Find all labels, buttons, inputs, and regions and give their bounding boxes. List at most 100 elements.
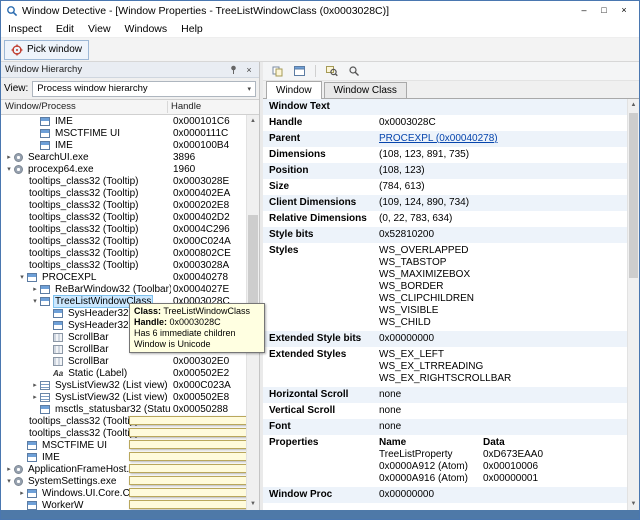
tree-row-label[interactable]: tooltips_class32 (Tooltip) bbox=[27, 176, 141, 187]
tab-window[interactable]: Window bbox=[266, 81, 322, 99]
scroll-up-icon[interactable]: ▲ bbox=[247, 115, 259, 127]
collapsed-arrow-icon[interactable]: ▸ bbox=[30, 381, 40, 389]
collapsed-arrow-icon[interactable]: ▸ bbox=[4, 153, 14, 161]
toolbar-separator bbox=[315, 65, 316, 77]
expanded-arrow-icon[interactable]: ▾ bbox=[4, 477, 14, 485]
tree-row[interactable]: ▸ReBarWindow32 (Toolbar)0x0004027E bbox=[1, 283, 246, 295]
parent-window-link[interactable]: PROCEXPL (0x00040278) bbox=[379, 133, 498, 144]
tree-row-label[interactable]: IME bbox=[53, 116, 75, 127]
maximize-button[interactable]: □ bbox=[594, 1, 614, 20]
menu-edit[interactable]: Edit bbox=[49, 21, 81, 37]
tooltip-window-icon bbox=[129, 416, 246, 425]
scroll-down-icon[interactable]: ▼ bbox=[628, 498, 639, 510]
tree-row-label[interactable]: IME bbox=[40, 452, 62, 463]
column-handle[interactable]: Handle bbox=[171, 101, 201, 112]
tree-indent bbox=[1, 277, 17, 278]
collapsed-arrow-icon[interactable]: ▸ bbox=[4, 465, 14, 473]
tree-row[interactable]: MSCTFIME UI0x0000111C bbox=[1, 127, 246, 139]
tree-row[interactable]: tooltips_class32 (Tooltip)0x000802CE bbox=[1, 247, 246, 259]
scroll-up-icon[interactable]: ▲ bbox=[628, 99, 639, 111]
menu-windows[interactable]: Windows bbox=[118, 21, 175, 37]
tree-row-label[interactable]: SystemSettings.exe bbox=[26, 476, 118, 487]
tree-row[interactable]: tooltips_class32 (Tooltip)0x000C024A bbox=[1, 235, 246, 247]
tree-row[interactable]: ScrollBar 0x000302E0 bbox=[1, 355, 246, 367]
tree-row-label[interactable]: tooltips_class32 (Tooltip) bbox=[27, 200, 141, 211]
tree-row[interactable]: ▸SysListView32 (List view)0x000502E8 bbox=[1, 391, 246, 403]
menu-help[interactable]: Help bbox=[174, 21, 210, 37]
hierarchy-view-select[interactable]: Process window hierarchy ▾ bbox=[32, 81, 256, 97]
dock-close-icon[interactable]: × bbox=[243, 64, 255, 76]
tree-row-label[interactable]: IME bbox=[53, 140, 75, 151]
tree-row-label[interactable]: SearchUI.exe bbox=[26, 152, 91, 163]
tree-row[interactable]: ▾PROCEXPL0x00040278 bbox=[1, 271, 246, 283]
close-button[interactable]: × bbox=[614, 1, 634, 20]
tree-row-label[interactable]: ScrollBar bbox=[66, 344, 111, 355]
tree-row[interactable]: tooltips_class32 (Tooltip)0x000202E8 bbox=[1, 199, 246, 211]
scroll-down-icon[interactable]: ▼ bbox=[247, 498, 259, 510]
tree-row[interactable]: IME0x000101C6 bbox=[1, 115, 246, 127]
column-separator[interactable] bbox=[167, 101, 168, 113]
tree-row[interactable]: tooltips_class32 (Tooltip)0x0003028E bbox=[1, 175, 246, 187]
tree-row-label[interactable]: SysHeader32 bbox=[66, 320, 131, 331]
minimize-button[interactable]: – bbox=[574, 1, 594, 20]
expanded-arrow-icon[interactable]: ▾ bbox=[30, 297, 40, 305]
dock-pin-icon[interactable] bbox=[227, 64, 239, 76]
tree-row-label[interactable]: SysListView32 (List view) bbox=[53, 380, 170, 391]
tree-row[interactable]: ▸SysListView32 (List view)0x000C023A bbox=[1, 379, 246, 391]
column-window-process[interactable]: Window/Process bbox=[5, 101, 76, 112]
tree-row-label[interactable]: ScrollBar bbox=[66, 356, 111, 367]
tree-column-header[interactable]: Window/Process Handle bbox=[1, 99, 259, 115]
tree-row[interactable]: tooltips_class32 (Tooltip)0x0004C296 bbox=[1, 223, 246, 235]
tree-row[interactable]: ▸ SearchUI.exe 3896 bbox=[1, 151, 246, 163]
menu-inspect[interactable]: Inspect bbox=[1, 21, 49, 37]
tree-row[interactable]: tooltips_class32 (Tooltip)0x000402EA bbox=[1, 187, 246, 199]
collapsed-arrow-icon[interactable]: ▸ bbox=[30, 285, 40, 293]
tree-row-label[interactable]: tooltips_class32 (Tooltip) bbox=[27, 224, 141, 235]
tooltip-class-label: Class: bbox=[134, 306, 161, 316]
expanded-arrow-icon[interactable]: ▾ bbox=[4, 165, 14, 173]
tree-row-label[interactable]: MSCTFIME UI bbox=[53, 128, 122, 139]
property-value: PROCEXPL (0x00040278) bbox=[375, 131, 627, 147]
find-window-icon[interactable] bbox=[322, 63, 341, 80]
properties-scrollbar[interactable]: ▲ ▼ bbox=[627, 99, 639, 510]
tree-row-handle: 3896 bbox=[171, 151, 245, 163]
collapsed-arrow-icon[interactable]: ▸ bbox=[30, 393, 40, 401]
tooltip-handle-label: Handle: bbox=[134, 317, 167, 327]
tab-window-class[interactable]: Window Class bbox=[324, 82, 407, 98]
tree-row-label[interactable]: MSCTFIME UI bbox=[40, 440, 109, 451]
tree-row-label[interactable]: SysHeader32 bbox=[66, 308, 131, 319]
tree-row-label[interactable]: SysListView32 (List view) bbox=[53, 392, 170, 403]
tree-indent bbox=[1, 325, 43, 326]
tree-row-label[interactable]: ReBarWindow32 (Toolbar) bbox=[53, 284, 174, 295]
tree-row-label[interactable]: tooltips_class32 (Tooltip) bbox=[27, 236, 141, 247]
tree-row-label[interactable]: PROCEXPL bbox=[40, 272, 98, 283]
tree-indent bbox=[1, 409, 30, 410]
tree-row-label[interactable]: tooltips_class32 (Tooltip) bbox=[27, 416, 141, 427]
tree-row-label[interactable]: tooltips_class32 (Tooltip) bbox=[27, 260, 141, 271]
tree-row-label[interactable]: tooltips_class32 (Tooltip) bbox=[27, 212, 141, 223]
main-toolbar: Pick window bbox=[1, 38, 639, 62]
tree-row[interactable]: tooltips_class32 (Tooltip)0x0003028A bbox=[1, 259, 246, 271]
tree-row-label[interactable]: WorkerW bbox=[40, 500, 85, 511]
tree-row-label[interactable]: procexp64.exe bbox=[26, 164, 96, 175]
tree-row-label[interactable]: tooltips_class32 (Tooltip) bbox=[27, 188, 141, 199]
search-icon[interactable] bbox=[344, 63, 363, 80]
collapsed-arrow-icon[interactable]: ▸ bbox=[17, 489, 27, 497]
copy-icon[interactable] bbox=[268, 63, 287, 80]
pick-window-button[interactable]: Pick window bbox=[4, 40, 89, 60]
scrollbar-thumb[interactable] bbox=[629, 113, 638, 278]
tree-row[interactable]: ▾procexp64.exe1960 bbox=[1, 163, 246, 175]
tree-row-label[interactable]: ScrollBar bbox=[66, 332, 111, 343]
tree-row[interactable]: tooltips_class32 (Tooltip)0x000402D2 bbox=[1, 211, 246, 223]
tree-row-label[interactable]: Static (Label) bbox=[66, 368, 129, 379]
tree-row[interactable]: AaStatic (Label)0x000502E2 bbox=[1, 367, 246, 379]
listview-icon bbox=[40, 393, 50, 402]
expanded-arrow-icon[interactable]: ▾ bbox=[17, 273, 27, 281]
menu-view[interactable]: View bbox=[81, 21, 118, 37]
tree-row-label[interactable]: tooltips_class32 (Tooltip) bbox=[27, 248, 141, 259]
tree-row[interactable]: IME0x000100B4 bbox=[1, 139, 246, 151]
tree-row-label[interactable]: tooltips_class32 (Tooltip) bbox=[27, 428, 141, 439]
tree-row[interactable]: msctls_statusbar32 (Status bar)0x0005028… bbox=[1, 403, 246, 415]
window-icon[interactable] bbox=[290, 63, 309, 80]
tree-row-handle: 0x000302E0 bbox=[171, 355, 245, 367]
